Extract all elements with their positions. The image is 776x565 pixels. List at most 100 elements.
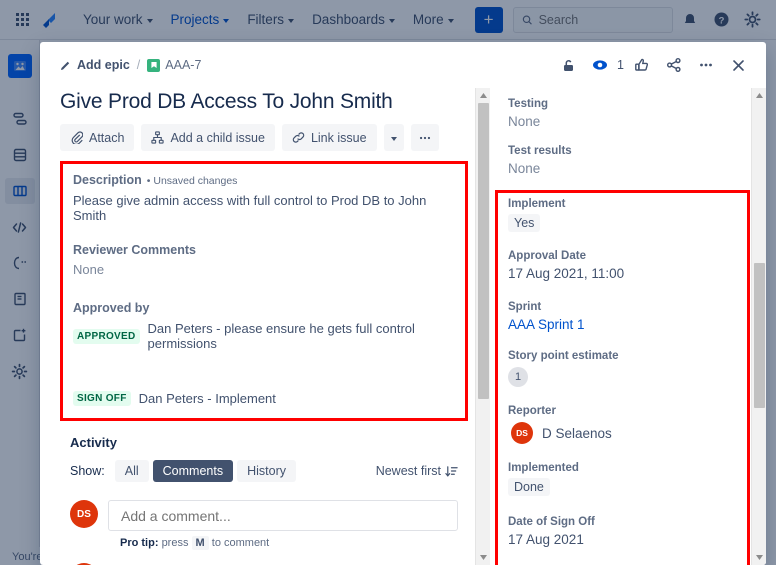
share-icon[interactable] [660,51,688,79]
pro-tip-text: Pro tip: press M to comment [120,536,458,550]
comment-input[interactable] [121,507,445,524]
paperclip-icon [71,131,83,144]
watch-count: 1 [617,58,624,72]
activity-title: Activity [70,435,117,450]
field-sprint: Sprint AAA Sprint 1 [508,301,748,332]
field-story-point-estimate: Story point estimate 1 [508,350,748,387]
avatar: DS [511,422,533,444]
pencil-icon [61,61,70,70]
field-value[interactable]: Yes [508,214,541,232]
modal-body: Give Prod DB Access To John Smith Attach… [40,88,766,565]
annotation-box-description: Description • Unsaved changes Please give… [60,161,468,421]
issue-key-link[interactable]: AAA-7 [147,58,201,72]
approved-by-field: Approved by APPROVED Dan Peters - please… [73,301,455,406]
main-column-scrollbar[interactable] [475,88,490,565]
tab-comments[interactable]: Comments [152,460,234,482]
field-label: Date of Sign Off [508,516,595,528]
show-label: Show: [70,464,105,478]
description-text[interactable]: Please give admin access with full contr… [73,193,455,223]
sidebar-scrollbar[interactable] [751,88,766,565]
sort-descending-icon [445,465,458,477]
reviewer-comments-field: Reviewer Comments None [73,243,455,277]
child-issue-icon [151,131,165,144]
pro-tip-press: press [161,537,189,549]
more-actions-icon[interactable] [692,51,720,79]
link-icon [292,132,305,143]
watch-eye-icon[interactable] [586,51,614,79]
comment-input-wrapper[interactable] [108,500,458,531]
tab-all[interactable]: All [114,460,149,482]
field-value[interactable]: None [508,161,748,176]
sign-off-text: Dan Peters - Implement [138,391,276,406]
scrollbar-thumb[interactable] [478,103,489,399]
more-icon [419,136,430,139]
issue-key-label: AAA-7 [165,58,202,72]
field-label: Testing [508,98,549,110]
field-label: Implemented [508,462,579,474]
page-title: Give Prod DB Access To John Smith [60,90,393,113]
add-comment-row: DS [70,500,458,531]
add-child-issue-button[interactable]: Add a child issue [141,124,275,151]
pro-tip-prefix: Pro tip: [120,537,159,549]
action-dropdown-button[interactable] [383,124,404,151]
tab-history[interactable]: History [237,460,296,482]
approval-text: Dan Peters - please ensure he gets full … [147,321,415,351]
field-value[interactable]: AAA Sprint 1 [508,317,748,332]
field-value[interactable]: 17 Aug 2021 [508,532,748,547]
scroll-down-arrow[interactable] [476,550,491,565]
field-value[interactable]: Done [508,478,550,496]
field-testing: Testing None [508,98,748,129]
sort-order-button[interactable]: Newest first [376,464,458,478]
attach-button[interactable]: Attach [60,124,135,151]
pro-tip-key: M [191,536,209,550]
sort-order-label: Newest first [375,464,441,478]
scroll-up-arrow[interactable] [476,88,491,103]
unsaved-changes-status: • Unsaved changes [146,175,238,187]
issue-fields: Testing None Test results None Implement… [490,88,766,547]
field-implement: Implement Yes [508,198,748,232]
field-test-results: Test results None [508,145,748,176]
issue-main-column: Give Prod DB Access To John Smith Attach… [40,88,490,565]
link-issue-button[interactable]: Link issue [281,124,377,151]
approved-by-label: Approved by [73,301,150,315]
description-field: Description • Unsaved changes Please give… [73,173,455,223]
field-value[interactable]: None [508,114,748,129]
scroll-up-arrow[interactable] [752,88,767,103]
field-implemented: Implemented Done [508,462,748,496]
breadcrumb: Add epic / AAA-7 [60,58,201,72]
add-epic-label: Add epic [77,58,130,72]
unlock-icon[interactable] [554,51,582,79]
issue-main-content: Give Prod DB Access To John Smith Attach… [40,88,490,565]
reporter-user[interactable]: DS D Selaenos [511,422,748,444]
issue-action-buttons: Attach Add a child issue Link issue [60,124,468,151]
field-label: Sprint [508,301,542,313]
field-label: Reporter [508,405,556,417]
watch-button[interactable]: 1 [586,51,624,79]
add-epic-link[interactable]: Add epic [60,58,130,72]
like-icon[interactable] [628,51,656,79]
activity-section: Activity Show: All Comments History Newe… [60,421,468,565]
issue-details-sidebar: Testing None Test results None Implement… [490,88,766,565]
avatar[interactable]: DS [70,500,98,528]
close-icon[interactable] [724,51,752,79]
field-reporter: Reporter DS D Selaenos [508,405,748,444]
issue-more-button[interactable] [410,124,439,151]
scrollbar-track[interactable] [752,103,766,550]
field-date-of-sign-off: Date of Sign Off 17 Aug 2021 [508,516,748,547]
modal-header: Add epic / AAA-7 1 [40,42,766,88]
signoff-entry: SIGN OFF Dan Peters - Implement [73,391,455,406]
scroll-down-arrow[interactable] [752,550,767,565]
field-label: Story point estimate [508,350,619,362]
scrollbar-thumb[interactable] [754,263,765,408]
reviewer-comments-value[interactable]: None [73,262,455,277]
sign-off-badge: SIGN OFF [73,391,131,406]
field-value[interactable]: 1 [508,367,528,387]
approval-entry: APPROVED Dan Peters - please ensure he g… [73,321,455,351]
field-approval-date: Approval Date 17 Aug 2021, 11:00 [508,250,748,281]
link-issue-label: Link issue [310,130,367,145]
scrollbar-track[interactable] [476,103,490,550]
breadcrumb-separator: / [136,58,141,72]
field-value: D Selaenos [542,425,612,441]
reviewer-comments-label: Reviewer Comments [73,243,196,257]
field-value[interactable]: 17 Aug 2021, 11:00 [508,266,748,281]
